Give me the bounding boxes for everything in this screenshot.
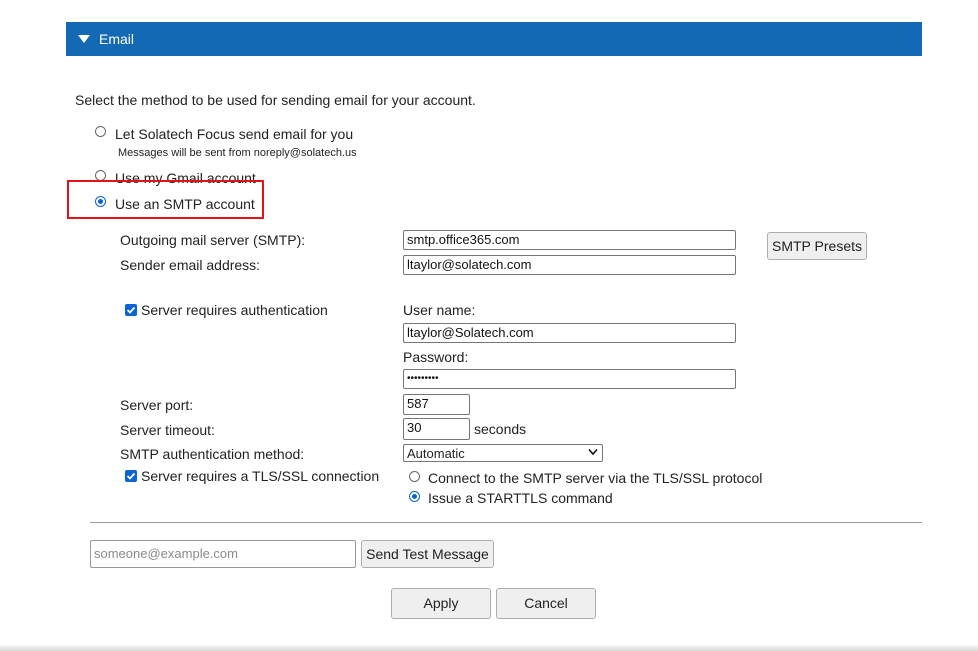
auth-checkbox[interactable] <box>125 304 137 316</box>
sender-label: Sender email address: <box>120 257 261 273</box>
port-input[interactable]: 587 <box>403 394 470 415</box>
username-label: User name: <box>403 302 476 318</box>
auth-method-value: Automatic <box>407 446 465 461</box>
smtp-presets-button[interactable]: SMTP Presets <box>767 232 867 260</box>
server-label: Outgoing mail server (SMTP): <box>120 232 306 248</box>
highlight-box <box>67 180 264 219</box>
intro-text: Select the method to be used for sending… <box>75 92 476 108</box>
test-email-input[interactable]: someone@example.com <box>90 540 356 568</box>
bottom-shadow <box>0 644 978 651</box>
chevron-down-icon <box>588 448 598 456</box>
tls-option-radio-ssl[interactable] <box>409 471 420 482</box>
smtp-server-input[interactable]: smtp.office365.com <box>403 230 736 250</box>
method-label-solatech: Let Solatech Focus send email for you <box>115 126 354 142</box>
apply-button[interactable]: Apply <box>391 588 491 619</box>
timeout-label: Server timeout: <box>120 422 215 438</box>
divider <box>90 522 922 523</box>
checkmark-icon <box>126 472 136 480</box>
method-note-solatech: Messages will be sent from noreply@solat… <box>118 147 357 159</box>
password-label: Password: <box>403 349 469 365</box>
tls-checkbox[interactable] <box>125 470 137 482</box>
email-section-header[interactable]: Email <box>66 22 922 56</box>
port-label: Server port: <box>120 397 194 413</box>
section-title: Email <box>99 31 135 47</box>
password-input[interactable]: ••••••••• <box>403 369 736 389</box>
sender-email-input[interactable]: ltaylor@solatech.com <box>403 255 736 275</box>
timeout-input[interactable]: 30 <box>403 418 470 440</box>
auth-method-select[interactable]: Automatic <box>403 444 603 462</box>
method-radio-solatech[interactable] <box>95 126 106 137</box>
tls-label: Server requires a TLS/SSL connection <box>141 468 380 484</box>
cancel-button[interactable]: Cancel <box>496 588 596 619</box>
checkmark-icon <box>126 306 136 314</box>
tls-option-label-ssl: Connect to the SMTP server via the TLS/S… <box>428 470 763 486</box>
tls-option-label-starttls: Issue a STARTTLS command <box>428 490 613 506</box>
collapse-triangle-icon <box>78 35 90 43</box>
timeout-unit: seconds <box>474 421 527 437</box>
tls-option-radio-starttls[interactable] <box>409 491 420 502</box>
send-test-button[interactable]: Send Test Message <box>361 540 494 568</box>
username-input[interactable]: ltaylor@Solatech.com <box>403 323 736 343</box>
auth-method-label: SMTP authentication method: <box>120 446 305 462</box>
auth-label: Server requires authentication <box>141 302 328 318</box>
